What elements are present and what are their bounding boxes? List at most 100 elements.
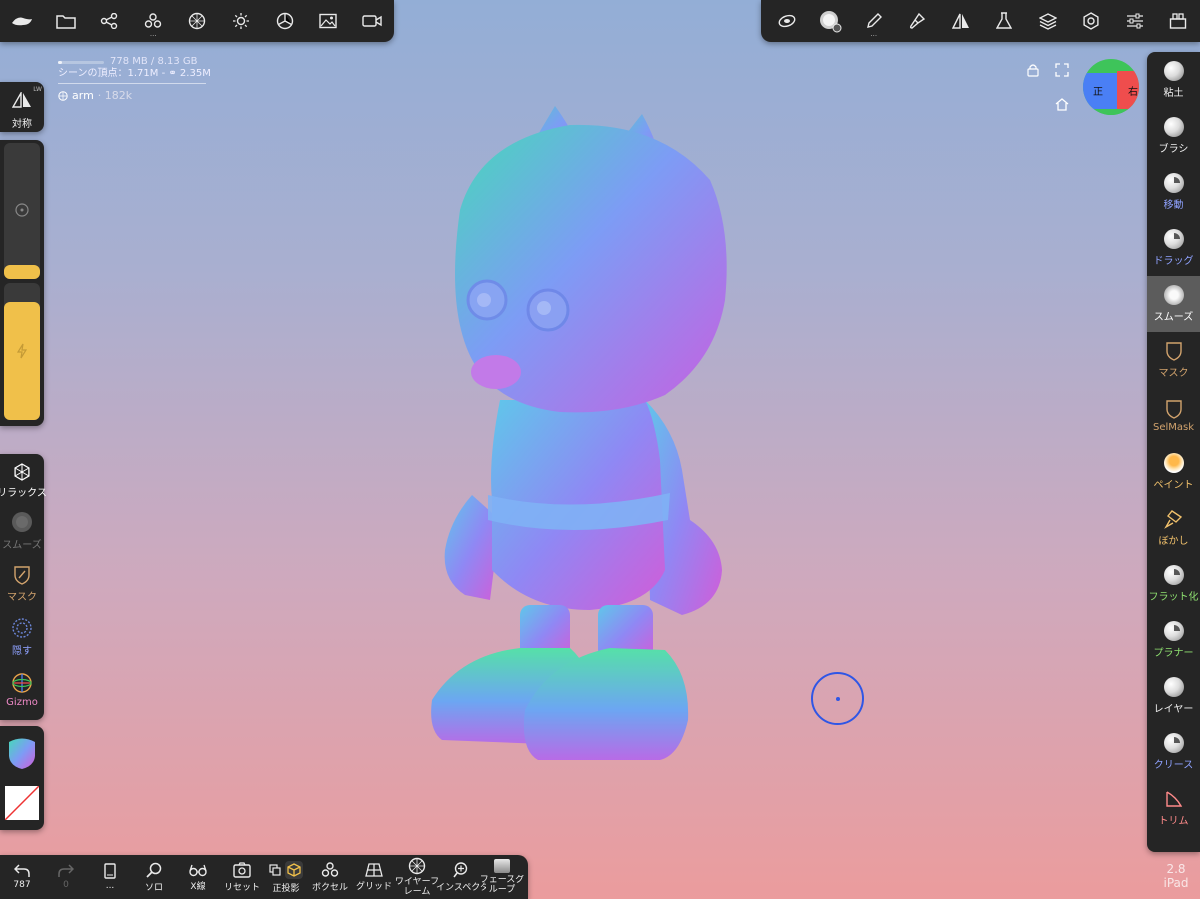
redo-button[interactable]: 0 (50, 855, 82, 899)
topology-icon[interactable] (175, 0, 219, 42)
tool-smooth[interactable]: スムーズ (0, 504, 44, 557)
grid-button[interactable]: グリッド (352, 855, 396, 899)
scene-vertices-text: シーンの頂点：1.71M - (58, 68, 169, 79)
ortho-label: 正投影 (272, 883, 300, 894)
tool-drag[interactable]: ドラッグ (1147, 220, 1200, 276)
tool-gizmo-label: Gizmo (6, 696, 38, 708)
tool-move[interactable]: 移動 (1147, 164, 1200, 220)
reset-button[interactable]: リセット (220, 855, 264, 899)
scene-vertices: シーンの頂点：1.71M - ⚭ 2.35M (58, 68, 211, 80)
gizmo-front-label: 正 (1093, 87, 1103, 98)
tool-layer[interactable]: レイヤー (1147, 668, 1200, 724)
active-object[interactable]: arm · 182k (58, 90, 211, 102)
bottom-toolbar: 787 0 ... ソロ X線 リセット 正投影 ボクセル グリッド ワイヤーフ… (0, 855, 528, 899)
material-panel (0, 726, 44, 830)
tool-planar[interactable]: プラナー (1147, 612, 1200, 668)
ortho-button[interactable]: 正投影 (266, 855, 306, 899)
tool-gizmo[interactable]: Gizmo (0, 663, 44, 716)
stroke-settings-icon[interactable] (765, 0, 809, 42)
sculpt-tools-panel: 粘土 ブラシ 移動ドラッグスムーズマスク SelMask ペイント ぼかしフラット化プラナ… (1147, 52, 1200, 852)
tool-mask[interactable]: マスク (1147, 332, 1200, 388)
tool-mask[interactable]: マスク (0, 557, 44, 610)
symmetry-badge: LW (33, 86, 42, 93)
camera-icon[interactable] (350, 0, 394, 42)
light-icon[interactable] (219, 0, 263, 42)
sliders-icon[interactable] (1113, 0, 1157, 42)
tool-paint[interactable]: ペイント (1147, 444, 1200, 500)
matcap-swatch[interactable] (7, 736, 37, 770)
app-logo-icon[interactable] (0, 0, 44, 42)
tool-smooth[interactable]: スムーズ (1147, 276, 1200, 332)
facegroup-icon (494, 859, 510, 873)
fullscreen-icon[interactable] (1055, 63, 1069, 77)
brush-icon (1163, 117, 1184, 137)
memory-text: 778 MB / 8.13 GB (110, 56, 198, 67)
scene-graph-icon[interactable] (88, 0, 132, 42)
pen-icon[interactable]: ··· (852, 0, 896, 42)
color-swatch[interactable] (5, 786, 39, 820)
layers-icon[interactable] (1026, 0, 1070, 42)
tool-trim[interactable]: トリム (1147, 780, 1200, 836)
tool-flatten[interactable]: フラット化 (1147, 556, 1200, 612)
facegroup-button[interactable]: フェースグループ (478, 855, 526, 899)
tool-brush[interactable]: ブラシ (1147, 108, 1200, 164)
tool-mask-label: マスク (1158, 368, 1189, 379)
symmetry-toggle[interactable]: LW 対称 (0, 82, 44, 132)
relax-icon (14, 462, 30, 481)
lock-icon[interactable] (1027, 63, 1039, 77)
voxel-tools-icon[interactable]: ··· (131, 0, 175, 42)
interface-icon[interactable] (1157, 0, 1200, 42)
symmetry-icon[interactable] (939, 0, 983, 42)
grid-icon (365, 862, 383, 877)
tool-flatten-label: フラット化 (1148, 592, 1199, 603)
mask-icon (1164, 341, 1184, 361)
alpha-brush-icon[interactable] (809, 0, 853, 42)
tool-selmask[interactable]: SelMask (1147, 388, 1200, 444)
tool-crease[interactable]: クリース (1147, 724, 1200, 780)
brush-sliders (0, 140, 44, 426)
bottom-menu-button[interactable]: ... (94, 855, 126, 899)
gizmo-right-label: 右 (1128, 87, 1138, 98)
tool-mask-label: マスク (7, 591, 37, 603)
intensity-slider[interactable] (4, 283, 40, 420)
view-gizmo-cube[interactable]: 正 右 (1083, 59, 1139, 115)
tool-relax[interactable]: リラックス (0, 454, 47, 507)
material-icon[interactable] (263, 0, 307, 42)
settings-gear-icon[interactable] (1070, 0, 1114, 42)
wireframe-button[interactable]: ワイヤーフレーム (392, 855, 442, 899)
3d-viewport[interactable] (420, 100, 750, 770)
wireframe-label: ワイヤーフレーム (394, 877, 440, 897)
move-icon (1163, 173, 1184, 193)
home-view-icon[interactable] (1055, 98, 1069, 111)
tool-hide[interactable]: 隠す (0, 610, 44, 663)
facegroup-label: フェースグループ (479, 875, 525, 895)
trim-icon (1164, 789, 1184, 809)
solo-button[interactable]: ソロ (136, 855, 172, 899)
mask-icon (14, 565, 30, 585)
blur-icon (1163, 509, 1184, 529)
solo-label: ソロ (144, 882, 163, 893)
clay-icon (1163, 61, 1184, 81)
divider (58, 83, 206, 84)
top-right-toolbar: ··· (761, 0, 1200, 42)
hide-icon (12, 617, 32, 638)
xray-button[interactable]: X線 (180, 855, 216, 899)
tool-trim-label: トリム (1158, 816, 1189, 827)
radius-slider[interactable] (4, 143, 40, 279)
radius-icon (15, 203, 29, 217)
tool-blur[interactable]: ぼかし (1147, 500, 1200, 556)
flask-icon[interactable] (983, 0, 1027, 42)
folder-icon[interactable] (44, 0, 88, 42)
tool-clay[interactable]: 粘土 (1147, 52, 1200, 108)
paint-brush-icon[interactable] (896, 0, 940, 42)
mesh-icon (58, 91, 68, 101)
redo-count: 0 (63, 880, 69, 890)
background-image-icon[interactable] (306, 0, 350, 42)
tool-drag-label: ドラッグ (1153, 256, 1194, 267)
undo-button[interactable]: 787 (6, 855, 38, 899)
glasses-icon (189, 864, 207, 876)
voxel-button[interactable]: ボクセル (308, 855, 352, 899)
smooth-icon (1163, 285, 1184, 305)
brush-cursor (811, 672, 864, 725)
radius-slider-fill (4, 265, 40, 279)
